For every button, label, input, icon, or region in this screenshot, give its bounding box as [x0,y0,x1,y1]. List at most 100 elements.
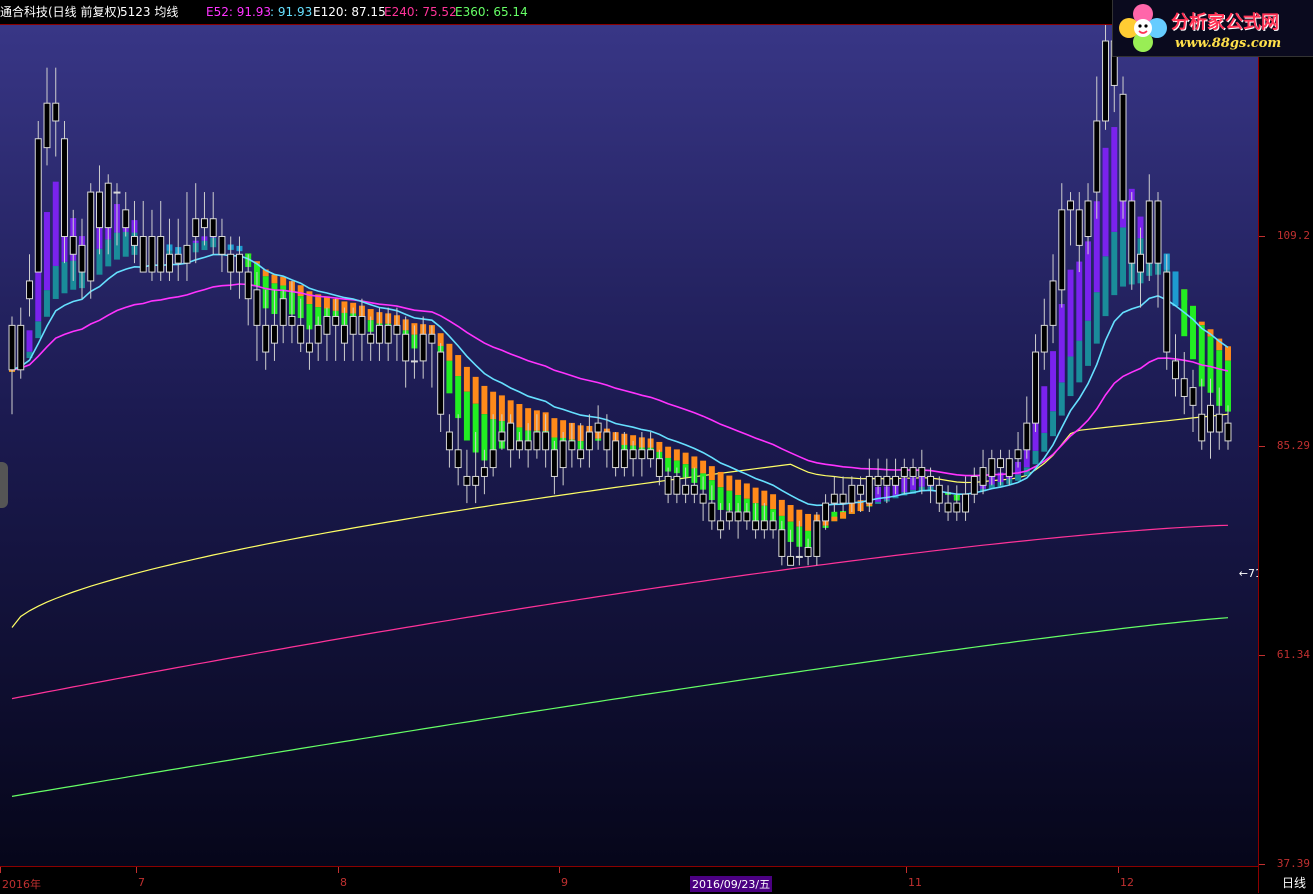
annotation-label: ←71.24 [1239,567,1258,580]
ytick-label: 37.39 [1276,857,1310,870]
candle-body [489,449,497,469]
candle-body [297,324,305,344]
ribbon-band-lower [700,460,707,474]
candle-body [87,191,95,282]
candle-body [507,422,515,451]
ribbon-band-lower [481,385,488,415]
ribbon-band-lower [1076,340,1083,383]
crosshair-date-label: 2016/09/23/五 [690,876,773,892]
candle-body [498,431,506,442]
ribbon-band-lower [770,494,777,510]
candle-body [909,467,917,477]
ribbon-band-lower [743,483,750,499]
candle-body [305,342,313,353]
candle-body [113,191,121,194]
candle-body [857,484,865,495]
candle-body [1215,413,1223,433]
ribbon-band-lower [1111,231,1118,296]
panel-toggle-handle[interactable] [0,462,8,508]
candle-body [157,236,165,273]
candle-body [165,253,173,273]
candle-body [174,253,182,264]
ribbon-band-lower [1041,432,1048,452]
ytick-mark [1259,864,1265,865]
candle-body [883,475,891,486]
title-bar: 通合科技(日线 前复权) 5123 均线 E52: 91.93 : 91.93 … [0,0,1258,25]
logo-url: www.88gs.com [1175,36,1282,51]
stock-name: 通合科技(日线 前复权) [0,5,122,19]
ribbon-band-lower [1093,292,1100,344]
candle-body [524,440,532,451]
xtick-mark [0,867,1,873]
ribbon-band-lower [52,265,59,299]
ytick-label: 61.34 [1276,648,1310,661]
ribbon-band-lower [280,276,287,286]
ribbon-band-lower [35,321,42,339]
candle-body [577,449,585,460]
candle-body [1093,120,1101,193]
ribbon-band-lower [323,296,330,309]
candle-body [874,475,882,486]
candle-body [1119,93,1127,202]
candle-body [1102,40,1109,122]
ribbon-band-lower [1067,356,1074,397]
candle-body [384,324,392,344]
candle-body [375,324,383,344]
indicator-name: 5123 均线 [120,5,179,19]
series-line-e240 [11,524,1229,700]
legend-e240: E240: 75.52 [384,5,457,19]
logo-title: 分析家公式网 [1171,12,1279,33]
candle-body [620,449,628,469]
candle-body [472,475,480,486]
price-chart[interactable]: ←71.24←1 [0,25,1258,866]
candle-body [970,475,978,495]
chart-plot-area[interactable]: ←71.24←1 [0,25,1258,866]
candle-body [743,511,751,522]
candle-body [393,324,401,335]
candle-body [559,440,567,469]
candle-body [839,493,847,504]
ribbon-band-lower [1120,227,1126,287]
candle-body [760,520,768,531]
candle-body [515,440,523,451]
ribbon-band-lower [551,418,558,438]
ribbon-band-upper [455,376,462,419]
candle-body [988,458,996,477]
candle-body [314,324,322,344]
ytick-mark [1259,655,1265,656]
candle-body [454,449,462,469]
period-label[interactable]: 日线 [1282,874,1306,891]
candle-body [655,458,663,477]
candle-body [865,475,873,504]
candle-body [848,484,856,504]
candle-body [253,289,261,326]
candle-body [1075,209,1083,246]
candle-body [148,236,156,273]
candle-body [349,315,357,335]
candle-body [1058,209,1066,291]
candle-body [900,467,908,477]
xtick-label: 9 [561,876,568,889]
candle-body [725,511,733,522]
candle-body [218,236,226,255]
ribbon-band-lower [875,501,882,504]
candle-body [1189,387,1197,406]
candle-body [428,333,436,344]
candle-body [323,315,331,335]
candle-body [332,315,340,326]
candle-body [1032,351,1040,424]
candle-body [78,244,86,273]
ribbon-band-upper [463,391,470,441]
candle-body [664,475,672,495]
ribbon-band-lower [1015,474,1022,481]
xtick-mark [136,867,137,873]
candle-body [104,182,112,229]
candle-body [629,449,637,460]
candle-body [918,467,926,477]
candle-body [682,484,690,495]
ribbon-band-lower [787,505,794,522]
candle-body [131,236,138,246]
candle-body [734,511,742,522]
candle-body [1198,413,1206,442]
ribbon-band-lower [726,475,733,491]
